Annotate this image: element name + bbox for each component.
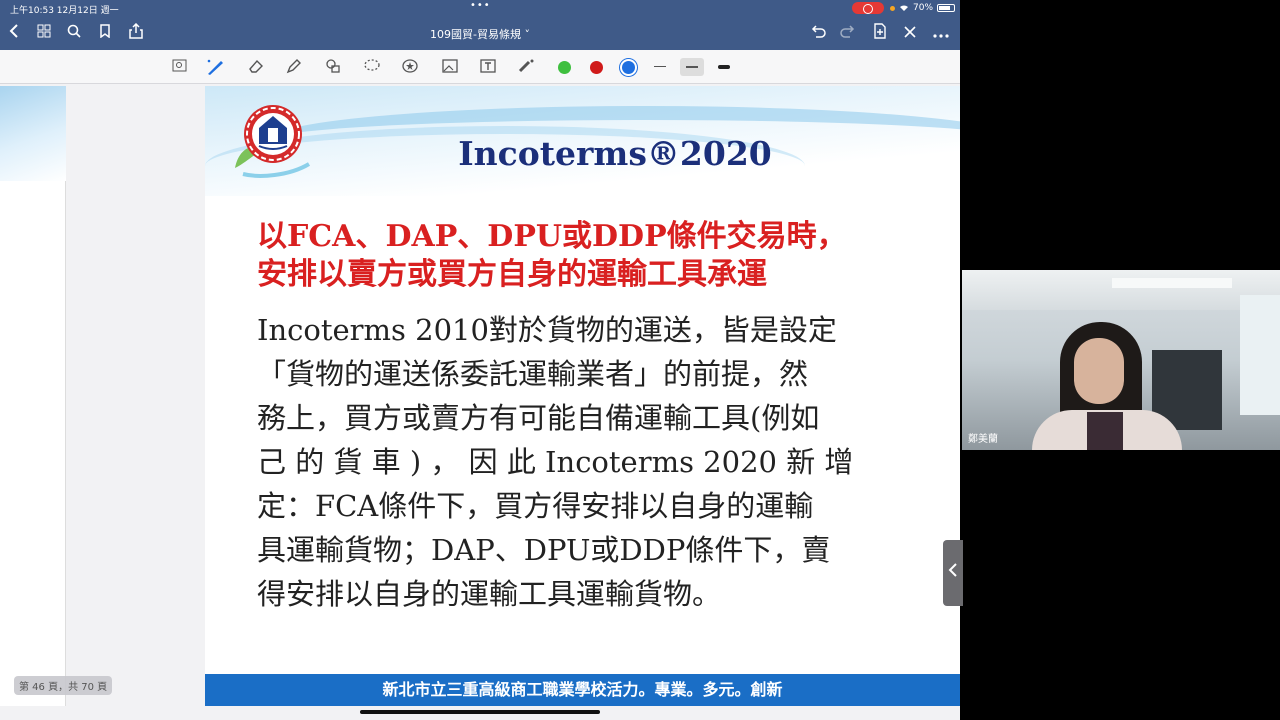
participant-video[interactable]: 鄭美蘭 <box>962 270 1280 450</box>
add-page-icon[interactable] <box>870 23 890 43</box>
heading-line: 安排以賣方或買方自身的運輸工具承運 <box>257 257 767 292</box>
stroke-medium[interactable] <box>686 66 698 68</box>
back-icon[interactable] <box>4 23 24 43</box>
laser-pointer-icon[interactable] <box>517 58 537 76</box>
page-thumbnail[interactable] <box>0 86 66 706</box>
heading-line: 以FCA、DAP、DPU或DDP條件交易時， <box>257 219 847 254</box>
color-green[interactable] <box>558 61 571 74</box>
battery-percent: 70% <box>913 3 934 13</box>
zoom-select-icon[interactable] <box>170 58 190 76</box>
thumbnail-header-art <box>0 86 66 181</box>
video-window <box>1240 295 1280 415</box>
multitask-dots[interactable]: ••• <box>470 0 491 11</box>
undo-icon[interactable] <box>808 23 828 43</box>
participant-face <box>1074 338 1124 404</box>
body-line: 務上，買方或賣方有可能自備運輸工具(例如 <box>257 401 820 435</box>
body-line: 「貨物的運送係委託運輸業者」的前提，然 <box>257 357 809 391</box>
home-indicator[interactable] <box>360 710 600 714</box>
color-red[interactable] <box>590 61 603 74</box>
notes-app: 上午10:53 12月12日 週一 ••• 70% 109國貿-貿易條規 ˅ 第… <box>0 0 960 720</box>
battery-icon <box>937 4 956 12</box>
color-blue-selected[interactable] <box>622 61 635 74</box>
status-time: 上午10:53 12月12日 週一 <box>10 6 119 16</box>
recording-indicator-icon[interactable] <box>852 2 884 14</box>
grid-icon[interactable] <box>34 23 54 43</box>
share-icon[interactable] <box>126 22 146 43</box>
text-icon[interactable] <box>478 58 498 76</box>
shapes-icon[interactable] <box>323 58 343 76</box>
participant-shirt <box>1087 412 1123 450</box>
stroke-thick[interactable] <box>718 65 730 69</box>
collapse-chevron-icon[interactable] <box>943 540 963 606</box>
status-indicators: 70% <box>890 3 956 13</box>
status-bar: 上午10:53 12月12日 週一 ••• 70% <box>0 0 960 16</box>
mic-in-use-icon <box>890 5 895 11</box>
highlighter-icon[interactable] <box>284 58 304 76</box>
body-line: 具運輸貨物；DAP、DPU或DDP條件下，賣 <box>257 533 831 567</box>
slide-heading: 以FCA、DAP、DPU或DDP條件交易時， 安排以賣方或買方自身的運輸工具承運 <box>257 218 960 294</box>
slide-footer: 新北市立三重高級商工職業學校活力。專業。多元。創新 <box>205 674 960 706</box>
slide-body: Incoterms 2010對於貨物的運送，皆是設定 「貨物的運送係委託運輸業者… <box>257 308 960 616</box>
body-line: 定：FCA條件下，買方得安排以自身的運輸 <box>257 489 814 523</box>
redo-icon[interactable] <box>838 23 858 43</box>
lasso-icon[interactable] <box>362 58 382 76</box>
sticker-icon[interactable] <box>400 58 420 76</box>
body-line: Incoterms 2010對於貨物的運送，皆是設定 <box>257 313 837 347</box>
bookmark-icon[interactable] <box>95 23 115 43</box>
pen-icon[interactable] <box>205 58 225 76</box>
search-icon[interactable] <box>64 23 84 43</box>
stroke-thin[interactable] <box>654 66 666 67</box>
nav-bar: 109國貿-貿易條規 ˅ <box>0 16 960 50</box>
slide-title: Incoterms®2020 <box>458 134 772 173</box>
body-line: 己 的 貨 車 ) ， 因 此 Incoterms 2020 新 增 <box>257 445 854 479</box>
eraser-icon[interactable] <box>246 58 266 76</box>
participant-name: 鄭美蘭 <box>968 434 998 445</box>
wifi-icon <box>900 5 908 11</box>
video-light <box>1112 278 1232 288</box>
more-icon[interactable] <box>931 23 951 43</box>
close-icon[interactable] <box>900 23 920 43</box>
video-ceiling <box>962 270 1280 310</box>
slide-page[interactable]: Incoterms®2020 以FCA、DAP、DPU或DDP條件交易時， 安排… <box>205 86 960 706</box>
image-icon[interactable] <box>440 58 460 76</box>
page-indicator: 第 46 頁，共 70 頁 <box>14 676 113 695</box>
document-title[interactable]: 109國貿-貿易條規 ˅ <box>380 26 580 42</box>
annotation-toolbar <box>0 50 960 84</box>
body-line: 得安排以自身的運輸工具運輸貨物。 <box>257 577 722 611</box>
